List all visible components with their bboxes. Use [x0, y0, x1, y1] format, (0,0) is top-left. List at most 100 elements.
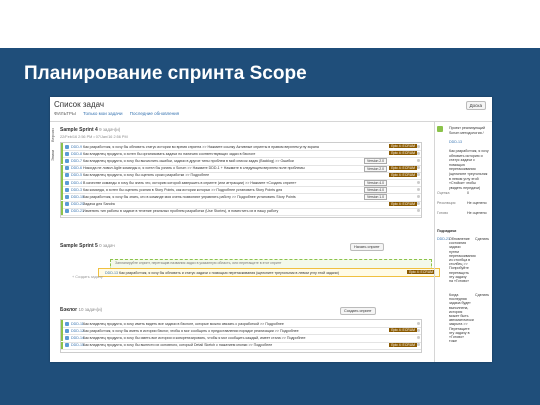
story-color-bar: [61, 334, 63, 342]
detail-row-label: Готово: [437, 211, 449, 215]
issue-summary: Как команда, я хотел бы оценить усилия в…: [83, 187, 283, 192]
issue-row[interactable]: DDD-21 Изменить тип работы в задаче в теч…: [61, 207, 421, 216]
story-icon: [65, 194, 69, 199]
estimate-badge: [417, 187, 420, 191]
subtask-text: Когда последняя задача будет выполнена, …: [449, 293, 474, 344]
story-icon: [65, 180, 69, 185]
version-label: Version 2.0: [364, 165, 387, 172]
create-issue-link[interactable]: + Создать задачу: [72, 275, 103, 279]
detail-row-value: Не оценено: [467, 201, 487, 205]
estimate-badge: [417, 209, 420, 213]
sprint4-header: Sample Sprint 4 9 задач(и): [60, 127, 120, 133]
story-color-bar: [61, 150, 63, 158]
sprint4-name: Sample Sprint 4: [60, 127, 98, 133]
issue-detail-panel: Проект реализующий Scrum методология / D…: [434, 121, 492, 362]
slide-title: Планирование спринта Scope: [24, 63, 307, 84]
issue-summary: Никогда не ловил Agile команды и, я хоте…: [83, 166, 305, 171]
estimate-badge: [417, 151, 420, 155]
sprint4-count: 9 задач(и): [99, 127, 121, 132]
backlog-count: 10 задач(и): [78, 307, 103, 312]
filters-label: ФИЛЬТРЫ: [54, 111, 76, 116]
subtask-status: Сделать: [475, 237, 490, 241]
epics-tab[interactable]: Эпики: [50, 147, 58, 163]
detail-row-label: Резолюция: [437, 201, 456, 205]
issue-key[interactable]: DDD-9: [71, 145, 82, 149]
story-icon: [65, 343, 69, 348]
version-label: Version 4.0: [364, 187, 387, 194]
story-icon: [65, 202, 69, 207]
story-color-bar: [61, 193, 63, 201]
epic-label: Epic 4: ECRUM: [389, 172, 417, 177]
estimate-badge: [417, 194, 420, 198]
create-sprint-button[interactable]: Создать спринт: [340, 307, 376, 315]
issue-summary: Как владелец продукта, я хочу бы оценить…: [83, 173, 210, 178]
story-color-bar: [61, 186, 63, 194]
backlog-title: Бэклог: [60, 307, 78, 313]
story-icon: [437, 126, 443, 132]
jira-screenshot: Список задач ФИЛЬТРЫ Только мои задачи П…: [50, 97, 492, 362]
issue-key[interactable]: DDD-7: [71, 159, 82, 163]
version-label: Version 1.0: [364, 194, 387, 201]
detail-row-value: 0: [467, 191, 469, 195]
issue-summary: Как разработчик, я хочу бы обновить стат…: [83, 144, 319, 149]
subtask-status: Сделать: [475, 293, 490, 297]
issue-summary: Изменить тип работы в задаче в течение р…: [83, 209, 279, 214]
story-icon: [65, 335, 69, 340]
story-icon: [65, 209, 69, 214]
sprint5-count: 0 задач: [99, 243, 115, 248]
slide-bottom-band: [0, 365, 540, 405]
filter-recent[interactable]: Последние обновления: [130, 111, 179, 116]
board-header: Список задач ФИЛЬТРЫ Только мои задачи П…: [50, 97, 492, 122]
issue-key[interactable]: DDD-11: [71, 322, 84, 326]
epic-label: Epic 4: ECRUM: [389, 342, 417, 347]
start-sprint-button[interactable]: Начать спринт: [350, 243, 384, 251]
versions-tab[interactable]: Версии: [50, 125, 58, 145]
estimate-badge: [417, 166, 420, 170]
issue-key[interactable]: DDD-6: [71, 166, 82, 170]
estimate-badge: [417, 180, 420, 184]
sprint4-issue-list: DDD-9 Как разработчик, я хочу бы обновить…: [60, 142, 422, 218]
estimate-badge: [417, 321, 420, 325]
issue-key[interactable]: DDD-5: [71, 173, 82, 177]
story-color-bar: [61, 157, 63, 165]
epic-label: Epic 4: ECRUM: [389, 201, 417, 206]
version-label: Version 2.0: [364, 158, 387, 165]
detail-summary: Как разработчик, я хочу обновить историю…: [449, 149, 489, 190]
estimate-badge: [417, 158, 420, 162]
detail-project: Проект реализующий Scrum методология /: [449, 126, 486, 135]
epic-label: Epic 4: ECRUM: [389, 328, 417, 333]
issue-summary: Как владелец продукта, я хочу иметь виде…: [83, 321, 284, 326]
issue-summary: Как владелец продукта, я хотел бы органи…: [83, 151, 256, 156]
detail-row-label: Оценка: [437, 191, 450, 195]
estimate-badge: [417, 335, 420, 339]
detail-issue-key[interactable]: DDD-13: [449, 140, 462, 144]
issue-key[interactable]: DDD-13: [105, 271, 118, 275]
sprint4-dates: 22/Feb/16 2:56 PM • 07/Jan/16 2:56 PM: [60, 135, 128, 139]
issue-row[interactable]: DDD-15 Как владелец продукта, я хочу бы в…: [61, 341, 421, 350]
issue-key[interactable]: DDD-8: [71, 152, 82, 156]
issue-key[interactable]: DDD-3: [71, 188, 82, 192]
story-color-bar: [61, 171, 63, 179]
story-icon: [65, 173, 69, 178]
filter-my-issues[interactable]: Только мои задачи: [83, 111, 122, 116]
epic-label: Epic 4: ECRUM: [389, 151, 417, 156]
story-color-bar: [61, 341, 63, 349]
board-view-button[interactable]: Доска: [465, 101, 486, 110]
dragged-issue[interactable]: DDD-13 Как разработчик, я хочу бы обнови…: [98, 268, 440, 277]
epic-label: Epic 4: ECRUM: [407, 270, 435, 274]
story-color-bar: [61, 200, 63, 208]
board-title: Список задач: [54, 100, 105, 109]
story-color-bar: [61, 207, 63, 215]
issue-key[interactable]: DDD-4: [71, 181, 82, 185]
story-color-bar: [61, 143, 63, 150]
issue-summary: Как владелец продукта, я хочу бы вычисли…: [83, 158, 294, 163]
issue-summary: Как владелец продукта, я хочу бы вынести…: [83, 343, 273, 348]
estimate-badge: [417, 328, 420, 332]
backlog-header: Бэклог 10 задач(и): [60, 307, 102, 313]
slide-top-band: [0, 0, 540, 48]
epic-label: Epic 4: ECRUM: [389, 144, 417, 148]
version-label: Version 4.0: [364, 180, 387, 186]
sprint5-header: Sample Sprint 5 0 задач: [60, 243, 115, 249]
issue-summary: В качестве команды я хочу бы знать что, …: [83, 180, 297, 185]
issue-summary: Как разработчик, я хочу бы знать, кто в …: [83, 194, 296, 199]
